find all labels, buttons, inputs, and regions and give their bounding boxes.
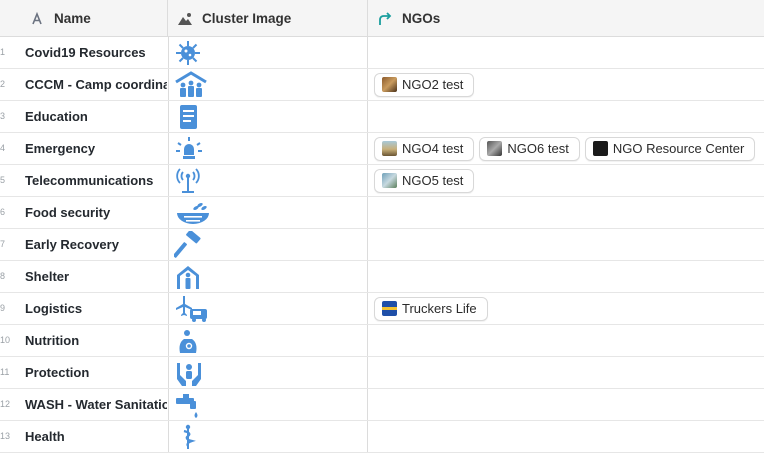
cell-cluster-image[interactable]: [168, 229, 368, 260]
table-row[interactable]: 10 Nutrition: [0, 325, 764, 357]
table-row[interactable]: 6 Food security: [0, 197, 764, 229]
table-row[interactable]: 4 Emergency NGO4 test NGO6 test NGO Resourc…: [0, 133, 764, 165]
ngo-chip-label: NGO4 test: [402, 141, 464, 156]
ngo-chip-label: NGO6 test: [507, 141, 569, 156]
table-row[interactable]: 9 Logistics Truckers Life: [0, 293, 764, 325]
link-field-icon: [376, 10, 394, 28]
row-number: 1: [0, 47, 6, 57]
row-number: 8: [0, 271, 6, 281]
column-header-ngos-label: NGOs: [402, 11, 441, 26]
cell-cluster-image[interactable]: [168, 165, 368, 196]
cell-ngos[interactable]: NGO5 test: [374, 165, 475, 196]
truckers-life-logo: [382, 301, 397, 316]
row-number: 11: [0, 367, 10, 377]
column-header-cluster-image[interactable]: Cluster Image: [168, 0, 368, 37]
ngo-chip[interactable]: Truckers Life: [374, 296, 488, 321]
cell-name[interactable]: Covid19 Resources: [25, 37, 167, 68]
column-header-ngos[interactable]: NGOs: [368, 0, 764, 37]
table-row[interactable]: 11 Protection: [0, 357, 764, 389]
row-number: 3: [0, 111, 6, 121]
cell-name[interactable]: Telecommunications: [25, 165, 167, 196]
cell-name[interactable]: Education: [25, 101, 167, 132]
cell-cluster-image[interactable]: [168, 133, 368, 164]
table-row[interactable]: 1 Covid19 Resources: [0, 37, 764, 69]
cell-ngos[interactable]: NGO4 test NGO6 test NGO Resource Center: [374, 133, 756, 164]
cell-cluster-image[interactable]: [168, 357, 368, 388]
column-header-cluster-image-label: Cluster Image: [202, 11, 292, 26]
ngo-photo-thumbnail: [382, 141, 397, 156]
cell-name[interactable]: Nutrition: [25, 325, 167, 356]
cell-name[interactable]: WASH - Water Sanitation: [25, 389, 167, 420]
row-number: 10: [0, 335, 11, 345]
ngo-chip[interactable]: NGO4 test: [374, 136, 475, 161]
data-grid: Name Cluster Image NGOs 1 Covid19 Resourc…: [0, 0, 764, 456]
cell-name[interactable]: Emergency: [25, 133, 167, 164]
ngo-chip-label: NGO Resource Center: [612, 141, 745, 156]
cell-ngos[interactable]: NGO2 test: [374, 69, 475, 100]
table-row[interactable]: 7 Early Recovery: [0, 229, 764, 261]
ngo-photo-thumbnail: [382, 77, 397, 92]
cell-cluster-image[interactable]: [168, 389, 368, 420]
cell-cluster-image[interactable]: [168, 421, 368, 452]
cell-cluster-image[interactable]: [168, 197, 368, 228]
cell-name[interactable]: Shelter: [25, 261, 167, 292]
cell-cluster-image[interactable]: [168, 261, 368, 292]
cell-cluster-image[interactable]: [168, 325, 368, 356]
cell-cluster-image[interactable]: [168, 69, 368, 100]
ngo-resource-center-logo: [592, 141, 608, 156]
cell-name[interactable]: Food security: [25, 197, 167, 228]
row-number: 7: [0, 239, 6, 249]
ngo-photo-thumbnail: [382, 173, 397, 188]
ngo-chip[interactable]: NGO5 test: [374, 168, 475, 193]
cell-name[interactable]: Health: [25, 421, 167, 452]
table-row[interactable]: 12 WASH - Water Sanitation: [0, 389, 764, 421]
table-row[interactable]: 8 Shelter: [0, 261, 764, 293]
table-row[interactable]: 3 Education: [0, 101, 764, 133]
row-number: 9: [0, 303, 6, 313]
row-number: 5: [0, 175, 6, 185]
cell-name[interactable]: Logistics: [25, 293, 167, 324]
ngo-chip-label: NGO5 test: [402, 173, 464, 188]
text-field-icon: [28, 10, 46, 28]
column-header-name[interactable]: Name: [0, 0, 168, 37]
row-number: 2: [0, 79, 6, 89]
column-header-name-label: Name: [54, 11, 91, 26]
ngo-chip[interactable]: NGO Resource Center: [584, 136, 756, 161]
ngo-chip-label: Truckers Life: [402, 301, 477, 316]
cell-ngos[interactable]: Truckers Life: [374, 293, 488, 324]
cell-name[interactable]: Early Recovery: [25, 229, 167, 260]
cell-name[interactable]: Protection: [25, 357, 167, 388]
ngo-chip-label: NGO2 test: [402, 77, 464, 92]
table-row[interactable]: 2 CCCM - Camp coordination NGO2 test: [0, 69, 764, 101]
cell-cluster-image[interactable]: [168, 37, 368, 68]
table-row[interactable]: 13 Health: [0, 421, 764, 453]
ngo-chip[interactable]: NGO2 test: [374, 72, 475, 97]
ngo-chip[interactable]: NGO6 test: [479, 136, 580, 161]
image-field-icon: [176, 10, 194, 28]
row-number: 13: [0, 431, 11, 441]
row-number: 4: [0, 143, 6, 153]
row-number: 12: [0, 399, 11, 409]
cell-cluster-image[interactable]: [168, 101, 368, 132]
cell-name[interactable]: CCCM - Camp coordination: [25, 69, 167, 100]
cell-cluster-image[interactable]: [168, 293, 368, 324]
table-row[interactable]: 5 Telecommunications NGO5 test: [0, 165, 764, 197]
row-number: 6: [0, 207, 6, 217]
grid-header: Name Cluster Image NGOs: [0, 0, 764, 37]
ngo-photo-thumbnail: [487, 141, 503, 156]
